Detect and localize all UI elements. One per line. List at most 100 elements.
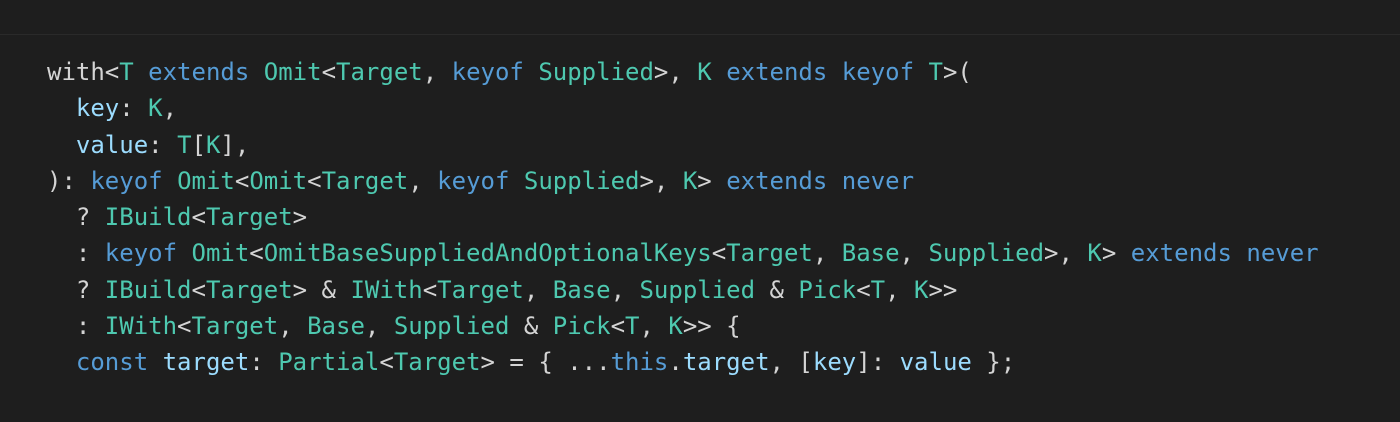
code-editor[interactable]: with<T extends Omit<Target, keyof Suppli… (0, 0, 1400, 422)
code-token: : (249, 348, 279, 377)
code-token: Target (726, 239, 813, 268)
code-token: T (625, 312, 640, 341)
code-token: >( (942, 58, 972, 86)
code-line: : keyof Omit<OmitBaseSuppliedAndOptional… (47, 235, 1319, 271)
code-line: ? IBuild<Target> (47, 199, 1319, 235)
top-divider (0, 34, 1400, 35)
code-token: Omit (191, 239, 250, 268)
code-token: , (408, 166, 438, 195)
code-token: ): (47, 166, 91, 195)
code-token: IWith (350, 275, 423, 304)
code-token: : (47, 312, 105, 341)
code-token: IBuild (104, 275, 192, 304)
code-token: , (885, 275, 915, 304)
code-token: > (292, 203, 308, 232)
code-token: T (177, 130, 192, 159)
code-token: Base (307, 312, 365, 341)
code-token: > = { ... (480, 348, 611, 377)
code-token: target (682, 348, 770, 377)
code-token: value (75, 130, 149, 159)
code-token: < (610, 312, 626, 341)
code-token: Base (841, 239, 900, 268)
code-token: Omit (249, 166, 308, 195)
code-token: < (191, 203, 206, 232)
code-line: key: K, (47, 90, 1319, 126)
code-line: const target: Partial<Target> = { ...thi… (47, 344, 1319, 380)
code-token: }; (971, 348, 1016, 377)
code-token: & (509, 312, 553, 341)
code-token: IWith (104, 312, 178, 341)
code-token: < (177, 312, 192, 341)
code-line: ): keyof Omit<Omit<Target, keyof Supplie… (47, 163, 1319, 199)
code-token: & (755, 275, 799, 304)
code-token: >, (653, 58, 698, 86)
code-token: < (249, 239, 264, 268)
code-token: < (307, 166, 322, 195)
code-token: [ (191, 130, 206, 159)
code-token: keyof (104, 239, 178, 268)
code-token: Target (437, 275, 524, 304)
code-token: < (191, 275, 206, 304)
code-line: ? IBuild<Target> & IWith<Target, Base, S… (47, 272, 1319, 308)
code-token: Supplied (538, 58, 654, 86)
code-token: value (899, 348, 972, 377)
code-token: , (610, 275, 640, 304)
code-token: Target (393, 348, 481, 377)
code-token: Supplied (523, 166, 640, 195)
code-token: Supplied (393, 312, 510, 341)
code-token: >> { (682, 312, 741, 341)
code-token: this (610, 348, 669, 377)
code-token: < (234, 166, 250, 195)
code-token: ]: (856, 348, 900, 377)
code-token: : (119, 94, 149, 123)
code-token: K (914, 275, 929, 304)
code-token: extends (726, 58, 828, 86)
code-token: ], (220, 130, 250, 159)
code-token: ? (47, 275, 105, 304)
code-token: Pick (798, 275, 857, 304)
code-token: Omit (177, 166, 235, 195)
code-token: OmitBaseSuppliedAndOptionalKeys (263, 239, 712, 268)
code-token: Target (191, 312, 279, 341)
code-token: < (711, 239, 727, 268)
code-token: Partial (278, 348, 380, 377)
code-line: with<T extends Omit<Target, keyof Suppli… (47, 54, 1319, 90)
code-token: never (841, 166, 915, 195)
code-token: K (1087, 239, 1102, 268)
code-token: Supplied (639, 275, 756, 304)
code-token: keyof (841, 58, 915, 86)
code-token: keyof (437, 166, 510, 195)
code-token: , (162, 94, 178, 123)
code-token: >, (1044, 239, 1088, 268)
code-token: Omit (263, 58, 322, 86)
code-token: < (321, 58, 337, 86)
code-token: Pick (552, 312, 611, 341)
code-token: T (870, 275, 886, 304)
code-token: Target (321, 166, 409, 195)
code-token: K (148, 94, 163, 123)
code-token: , (278, 312, 308, 341)
code-token: , (899, 239, 929, 268)
code-token: < (104, 58, 120, 86)
code-token: >> (928, 275, 958, 304)
code-token: target (162, 348, 250, 377)
code-token: with (47, 58, 105, 86)
code-token: keyof (451, 58, 524, 86)
code-token: , (639, 312, 669, 341)
code-token: never (1246, 239, 1319, 268)
code-block[interactable]: with<T extends Omit<Target, keyof Suppli… (47, 54, 1319, 381)
code-token: Base (552, 275, 611, 304)
code-token: : (148, 130, 178, 159)
code-token: extends (726, 166, 828, 195)
code-token: keyof (90, 166, 163, 195)
